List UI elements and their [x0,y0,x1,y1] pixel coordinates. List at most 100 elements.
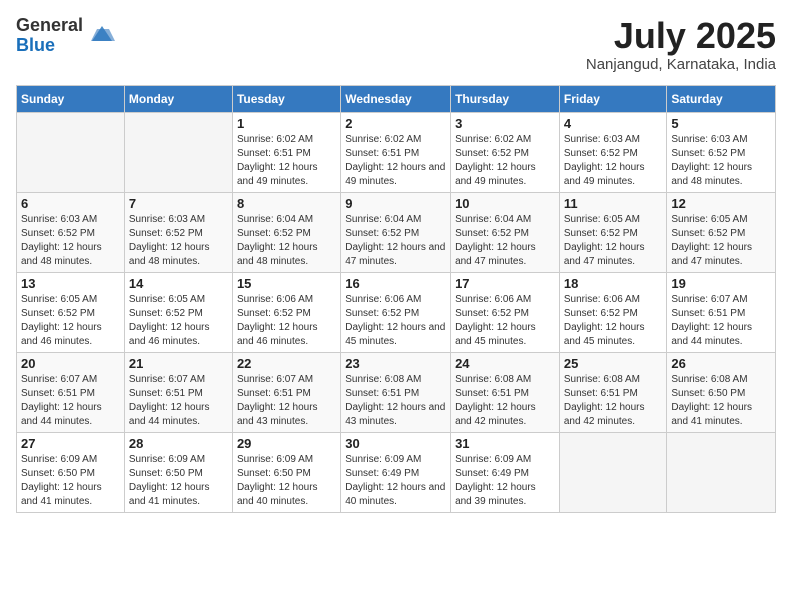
column-header-thursday: Thursday [451,85,560,112]
calendar-cell: 6 Sunrise: 6:03 AMSunset: 6:52 PMDaylight… [17,192,125,272]
calendar-cell: 7Sunrise: 6:03 AMSunset: 6:52 PMDaylight… [124,192,232,272]
calendar-cell: 4Sunrise: 6:03 AMSunset: 6:52 PMDaylight… [559,112,667,192]
day-number: 5 [671,116,771,131]
column-header-saturday: Saturday [667,85,776,112]
day-info: Sunrise: 6:04 AMSunset: 6:52 PMDaylight:… [345,213,446,269]
week-row-1: 1 Sunrise: 6:02 AMSunset: 6:51 PMDaylight… [17,112,776,192]
day-info: Sunrise: 6:08 AMSunset: 6:51 PMDaylight:… [455,373,555,429]
day-number: 18 [564,276,663,291]
calendar-cell: 23Sunrise: 6:08 AMSunset: 6:51 PMDayligh… [341,352,451,432]
day-number: 22 [237,356,336,371]
calendar-cell: 18 Sunrise: 6:06 AMSunset: 6:52 PMDayligh… [559,272,667,352]
day-info: Sunrise: 6:09 AMSunset: 6:50 PMDaylight:… [21,453,120,509]
calendar-cell: 28 Sunrise: 6:09 AMSunset: 6:50 PMDayligh… [124,432,232,512]
day-info: Sunrise: 6:07 AMSunset: 6:51 PMDaylight:… [237,373,336,429]
calendar-cell: 5Sunrise: 6:03 AMSunset: 6:52 PMDaylight… [667,112,776,192]
day-info: Sunrise: 6:05 AMSunset: 6:52 PMDaylight:… [21,293,120,349]
day-info: Sunrise: 6:09 AMSunset: 6:50 PMDaylight:… [129,453,228,509]
calendar-cell: 15 Sunrise: 6:06 AMSunset: 6:52 PMDayligh… [232,272,340,352]
day-number: 11 [564,196,663,211]
day-number: 14 [129,276,228,291]
day-number: 28 [129,436,228,451]
calendar-cell [17,112,125,192]
day-info: Sunrise: 6:05 AMSunset: 6:52 PMDaylight:… [564,213,663,269]
calendar-cell: 21Sunrise: 6:07 AMSunset: 6:51 PMDayligh… [124,352,232,432]
day-number: 15 [237,276,336,291]
day-info: Sunrise: 6:08 AMSunset: 6:50 PMDaylight:… [671,373,771,429]
calendar-cell: 26 Sunrise: 6:08 AMSunset: 6:50 PMDayligh… [667,352,776,432]
week-row-2: 6 Sunrise: 6:03 AMSunset: 6:52 PMDaylight… [17,192,776,272]
calendar-cell: 25Sunrise: 6:08 AMSunset: 6:51 PMDayligh… [559,352,667,432]
day-number: 9 [345,196,446,211]
location-title: Nanjangud, Karnataka, India [586,56,776,73]
column-header-tuesday: Tuesday [232,85,340,112]
day-number: 30 [345,436,446,451]
day-number: 7 [129,196,228,211]
day-info: Sunrise: 6:06 AMSunset: 6:52 PMDaylight:… [564,293,663,349]
day-info: Sunrise: 6:02 AMSunset: 6:51 PMDaylight:… [237,133,336,189]
logo-icon [87,21,117,51]
calendar-cell: 24 Sunrise: 6:08 AMSunset: 6:51 PMDayligh… [451,352,560,432]
day-info: Sunrise: 6:09 AMSunset: 6:50 PMDaylight:… [237,453,336,509]
header-row: SundayMondayTuesdayWednesdayThursdayFrid… [17,85,776,112]
calendar-cell: 19Sunrise: 6:07 AMSunset: 6:51 PMDayligh… [667,272,776,352]
calendar-body: 1 Sunrise: 6:02 AMSunset: 6:51 PMDaylight… [17,112,776,512]
day-number: 24 [455,356,555,371]
day-number: 31 [455,436,555,451]
day-info: Sunrise: 6:03 AMSunset: 6:52 PMDaylight:… [564,133,663,189]
calendar-cell: 3Sunrise: 6:02 AMSunset: 6:52 PMDaylight… [451,112,560,192]
title-block: July 2025 Nanjangud, Karnataka, India [586,16,776,73]
calendar-cell: 31 Sunrise: 6:09 AMSunset: 6:49 PMDayligh… [451,432,560,512]
day-number: 12 [671,196,771,211]
day-info: Sunrise: 6:07 AMSunset: 6:51 PMDaylight:… [671,293,771,349]
calendar-cell [559,432,667,512]
week-row-4: 20 Sunrise: 6:07 AMSunset: 6:51 PMDayligh… [17,352,776,432]
day-info: Sunrise: 6:09 AMSunset: 6:49 PMDaylight:… [345,453,446,509]
day-info: Sunrise: 6:06 AMSunset: 6:52 PMDaylight:… [345,293,446,349]
day-number: 20 [21,356,120,371]
logo: General Blue [16,16,117,56]
day-info: Sunrise: 6:09 AMSunset: 6:49 PMDaylight:… [455,453,555,509]
day-info: Sunrise: 6:05 AMSunset: 6:52 PMDaylight:… [129,293,228,349]
day-number: 3 [455,116,555,131]
week-row-3: 13 Sunrise: 6:05 AMSunset: 6:52 PMDayligh… [17,272,776,352]
calendar-table: SundayMondayTuesdayWednesdayThursdayFrid… [16,85,776,513]
day-info: Sunrise: 6:05 AMSunset: 6:52 PMDaylight:… [671,213,771,269]
column-header-monday: Monday [124,85,232,112]
calendar-cell: 8Sunrise: 6:04 AMSunset: 6:52 PMDaylight… [232,192,340,272]
calendar-cell: 13 Sunrise: 6:05 AMSunset: 6:52 PMDayligh… [17,272,125,352]
day-number: 2 [345,116,446,131]
page-header: General Blue July 2025 Nanjangud, Karnat… [16,16,776,73]
month-title: July 2025 [586,16,776,56]
calendar-cell: 29Sunrise: 6:09 AMSunset: 6:50 PMDayligh… [232,432,340,512]
day-info: Sunrise: 6:03 AMSunset: 6:52 PMDaylight:… [21,213,120,269]
day-info: Sunrise: 6:06 AMSunset: 6:52 PMDaylight:… [237,293,336,349]
day-number: 16 [345,276,446,291]
day-number: 26 [671,356,771,371]
day-info: Sunrise: 6:02 AMSunset: 6:51 PMDaylight:… [345,133,446,189]
calendar-cell: 27Sunrise: 6:09 AMSunset: 6:50 PMDayligh… [17,432,125,512]
calendar-cell: 2 Sunrise: 6:02 AMSunset: 6:51 PMDaylight… [341,112,451,192]
day-info: Sunrise: 6:04 AMSunset: 6:52 PMDaylight:… [237,213,336,269]
day-number: 13 [21,276,120,291]
calendar-cell: 16 Sunrise: 6:06 AMSunset: 6:52 PMDayligh… [341,272,451,352]
logo-general-text: General [16,16,83,36]
day-number: 21 [129,356,228,371]
calendar-cell: 17Sunrise: 6:06 AMSunset: 6:52 PMDayligh… [451,272,560,352]
calendar-cell: 22 Sunrise: 6:07 AMSunset: 6:51 PMDayligh… [232,352,340,432]
calendar-cell: 1 Sunrise: 6:02 AMSunset: 6:51 PMDaylight… [232,112,340,192]
day-info: Sunrise: 6:08 AMSunset: 6:51 PMDaylight:… [564,373,663,429]
calendar-cell: 20 Sunrise: 6:07 AMSunset: 6:51 PMDayligh… [17,352,125,432]
calendar-cell [667,432,776,512]
column-header-friday: Friday [559,85,667,112]
calendar-cell: 14 Sunrise: 6:05 AMSunset: 6:52 PMDayligh… [124,272,232,352]
day-number: 6 [21,196,120,211]
day-info: Sunrise: 6:07 AMSunset: 6:51 PMDaylight:… [21,373,120,429]
day-number: 1 [237,116,336,131]
week-row-5: 27Sunrise: 6:09 AMSunset: 6:50 PMDayligh… [17,432,776,512]
day-number: 10 [455,196,555,211]
column-header-wednesday: Wednesday [341,85,451,112]
calendar-header: SundayMondayTuesdayWednesdayThursdayFrid… [17,85,776,112]
day-number: 17 [455,276,555,291]
day-info: Sunrise: 6:08 AMSunset: 6:51 PMDaylight:… [345,373,446,429]
